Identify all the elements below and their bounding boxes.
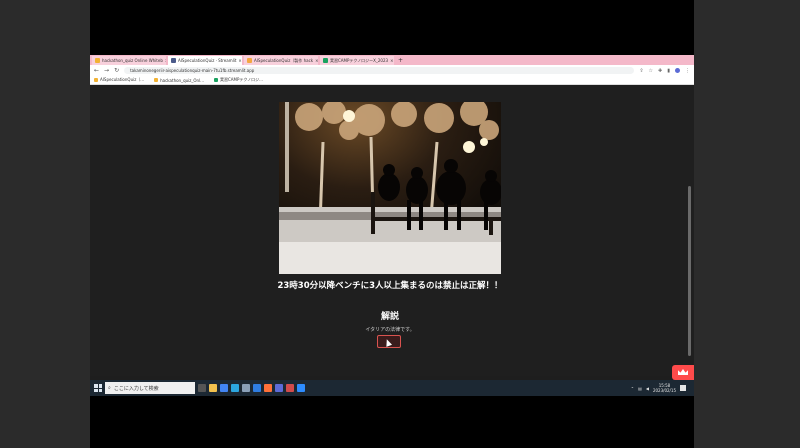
tab-label: AISpeculationQuiz（製作 hack <box>254 58 314 63</box>
tab-hackathon-whiteboard[interactable]: hackathon_quiz Online Whiteb × <box>92 56 166 65</box>
doc-favicon-icon <box>247 58 252 63</box>
browser-tab-bar: hackathon_quiz Online Whiteb × AISpecula… <box>90 55 694 65</box>
tab-label: 実習CAMPテクノロジーX_2023 <box>330 58 389 63</box>
close-icon[interactable]: × <box>315 56 318 65</box>
zoom-icon[interactable] <box>297 384 305 392</box>
store-icon[interactable] <box>242 384 250 392</box>
close-icon[interactable]: × <box>165 56 166 65</box>
camp-favicon-icon <box>323 58 328 63</box>
new-tab-button[interactable]: + <box>398 56 403 65</box>
page-scrollbar[interactable] <box>688 186 691 356</box>
streamlit-crown-button[interactable] <box>672 365 694 380</box>
search-placeholder: ここに入力して検索 <box>113 385 159 392</box>
edge-icon[interactable] <box>231 384 239 392</box>
bookmark-label: AISpeculationQuiz（... <box>100 77 145 82</box>
notification-icon[interactable] <box>680 385 686 391</box>
chrome-icon[interactable] <box>220 384 228 392</box>
tab-streamlit-app[interactable]: AISpeculationQuiz · Streamlit × <box>168 56 242 65</box>
tab-label: hackathon_quiz Online Whiteb <box>102 58 163 63</box>
network-icon[interactable]: ▤ <box>638 386 642 391</box>
extensions-icon[interactable]: ✚ <box>658 68 662 74</box>
tab-aispeculationquiz-doc[interactable]: AISpeculationQuiz（製作 hack × <box>244 56 318 65</box>
app-icon[interactable] <box>275 384 283 392</box>
tray-chevron-icon[interactable]: ⌃ <box>631 386 634 391</box>
system-tray: ⌃ ▤ ◀ 15:58 2023/02/15 <box>631 383 694 393</box>
taskbar-clock[interactable]: 15:58 2023/02/15 <box>653 383 676 393</box>
streamlit-favicon-icon <box>171 58 176 63</box>
windows-taskbar: ⌕ ここに入力して検索 ⌃ ▤ ◀ 15:58 2023/02/15 <box>90 380 694 396</box>
forward-arrow-icon[interactable]: → <box>104 67 109 74</box>
left-backdrop <box>0 0 90 448</box>
bookmark-item[interactable]: AISpeculationQuiz（... <box>94 77 144 83</box>
bookmark-favicon-icon <box>94 78 98 82</box>
tab-camp-technology[interactable]: 実習CAMPテクノロジーX_2023 × <box>320 56 394 65</box>
active-app-icon[interactable] <box>286 384 294 392</box>
bookmarks-bar: AISpeculationQuiz（... hackathon_quiz_Onl… <box>90 76 694 85</box>
taskbar-search-input[interactable]: ⌕ ここに入力して検索 <box>105 382 195 394</box>
answer-headline: 23時30分以降ベンチに3人以上集まるのは禁止は正解！！ <box>277 281 503 291</box>
night-park-illustration <box>279 102 501 274</box>
url-field[interactable]: takaminonegeriir-aispeculationquiz-main-… <box>124 67 635 74</box>
desktop-screen: hackathon_quiz Online Whiteb × AISpecula… <box>90 55 694 396</box>
bookmark-favicon-icon <box>154 78 159 82</box>
bookmark-item[interactable]: hackathon_quiz_Onl... <box>154 78 204 83</box>
profile-avatar[interactable] <box>675 68 680 73</box>
whiteboard-favicon-icon <box>95 58 100 63</box>
file-explorer-icon[interactable] <box>209 384 217 392</box>
crown-icon <box>678 369 688 375</box>
task-view-icon[interactable] <box>198 384 206 392</box>
bookmark-label: 実習CAMPテクノロジ... <box>220 77 263 82</box>
close-icon[interactable]: × <box>238 56 241 65</box>
close-icon[interactable]: × <box>390 56 393 65</box>
todo-check-icon[interactable] <box>253 384 261 392</box>
tab-label: AISpeculationQuiz · Streamlit <box>178 58 237 63</box>
bookmark-item[interactable]: 実習CAMPテクノロジ... <box>214 77 263 83</box>
share-icon[interactable]: ⇪ <box>639 68 643 74</box>
right-backdrop <box>694 0 800 448</box>
menu-kebab-icon[interactable]: ⋮ <box>685 68 690 74</box>
firefox-icon[interactable] <box>264 384 272 392</box>
explanation-text: イタリアの法律です。 <box>365 327 415 333</box>
night-bench-photo <box>279 102 501 274</box>
explanation-heading: 解説 <box>380 312 399 322</box>
back-arrow-icon[interactable]: ← <box>94 67 99 74</box>
volume-icon[interactable]: ◀ <box>646 386 649 391</box>
search-icon: ⌕ <box>108 385 111 391</box>
bookmark-star-icon[interactable]: ☆ <box>649 68 653 74</box>
address-bar-row: ← → ↻ takaminonegeriir-aispeculationquiz… <box>90 65 694 76</box>
clock-date: 2023/02/15 <box>652 388 676 393</box>
streamlit-page: 23時30分以降ベンチに3人以上集まるのは禁止は正解！！ 解説 イタリアの法律で… <box>90 86 694 380</box>
bookmark-favicon-icon <box>214 78 218 82</box>
bookmark-label: hackathon_quiz_Onl... <box>160 77 204 83</box>
windows-start-icon[interactable] <box>94 384 102 392</box>
reload-icon[interactable]: ↻ <box>114 67 119 74</box>
sidepanel-icon[interactable]: ▮ <box>667 68 670 74</box>
